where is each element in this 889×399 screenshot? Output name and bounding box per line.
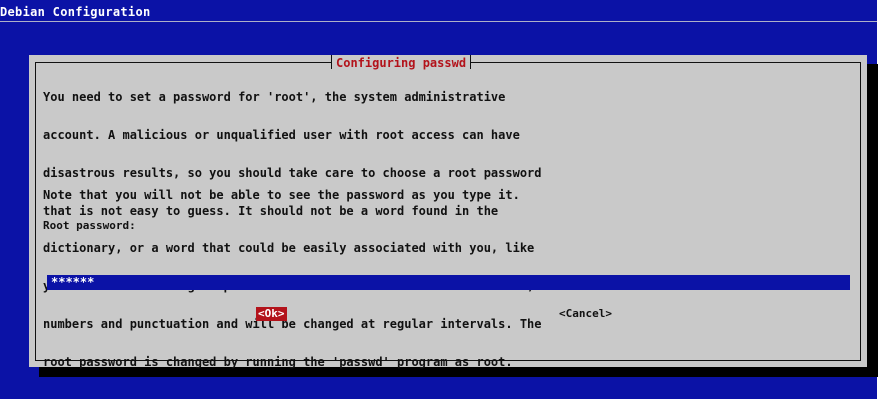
description-line: dictionary, or a word that could be easi… — [43, 241, 535, 256]
root-password-input[interactable] — [47, 275, 850, 290]
dialog-description: You need to set a password for 'root', t… — [43, 66, 843, 393]
installer-screen: Debian Configuration Configuring passwd … — [0, 0, 878, 399]
description-line: You need to set a password for 'root', t… — [43, 90, 506, 105]
password-dialog: Configuring passwd You need to set a pas… — [29, 55, 867, 368]
root-password-label: Root password: — [43, 219, 136, 232]
description-line: numbers and punctuation and will be chan… — [43, 316, 542, 331]
description-line: account. A malicious or unqualified user… — [43, 127, 520, 142]
title-underline — [0, 21, 877, 22]
description-line: disastrous results, so you should take c… — [43, 165, 542, 180]
cancel-button[interactable]: <Cancel> — [559, 307, 612, 321]
ok-button[interactable]: <Ok> — [256, 307, 287, 321]
screen-title: Debian Configuration — [0, 5, 151, 19]
description-line: root password is changed by running the … — [43, 354, 513, 369]
visibility-note: Note that you will not be able to see th… — [43, 188, 520, 202]
description-line: that is not easy to guess. It should not… — [43, 203, 499, 218]
